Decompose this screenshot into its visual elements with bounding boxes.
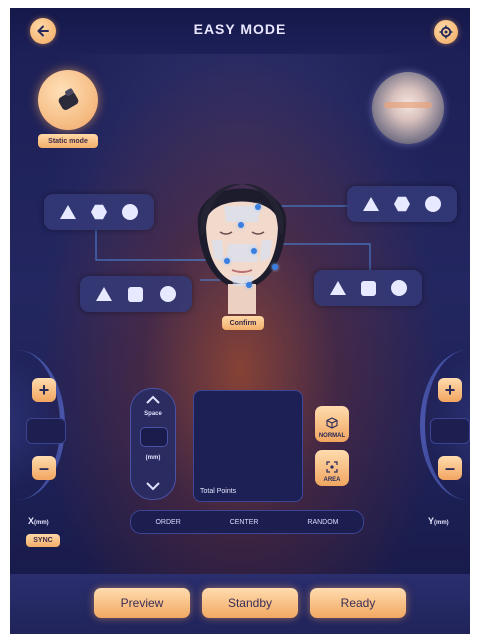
easy-mode-screen: EASY MODE Static mode Confirm + – X(mm) … xyxy=(10,8,470,634)
space-label: Space xyxy=(144,411,162,417)
area-select-icon xyxy=(326,461,338,473)
center-option[interactable]: CENTER xyxy=(230,519,259,526)
confirm-button[interactable]: Confirm xyxy=(222,316,264,330)
shape-group-right-bottom[interactable] xyxy=(314,270,422,306)
circle-shape[interactable] xyxy=(159,286,176,302)
chevron-down-icon[interactable] xyxy=(145,481,161,491)
random-option[interactable]: RANDOM xyxy=(307,519,338,526)
y-decrease-button[interactable]: – xyxy=(438,456,462,480)
treatment-point[interactable] xyxy=(255,204,261,210)
y-axis-unit: (mm) xyxy=(434,520,449,526)
circle-shape[interactable] xyxy=(390,280,407,296)
standby-button[interactable]: Standby xyxy=(202,588,298,618)
treatment-point[interactable] xyxy=(238,222,244,228)
triangle-shape[interactable] xyxy=(362,197,379,211)
face-illustration xyxy=(197,183,287,314)
triangle-shape[interactable] xyxy=(59,205,76,219)
x-increase-button[interactable]: + xyxy=(32,378,56,402)
square-shape[interactable] xyxy=(360,280,376,296)
circle-shape[interactable] xyxy=(425,196,442,212)
shape-group-right-top[interactable] xyxy=(347,186,457,222)
normal-label: NORMAL xyxy=(318,433,346,439)
hexagon-shape[interactable] xyxy=(90,204,107,220)
total-points-label: Total Points xyxy=(200,488,237,495)
shape-group-left-top[interactable] xyxy=(44,194,154,230)
ready-button[interactable]: Ready xyxy=(310,588,406,618)
treatment-point[interactable] xyxy=(251,248,257,254)
hexagon-shape[interactable] xyxy=(393,196,410,212)
points-preview-panel: Total Points xyxy=(193,390,303,502)
x-value-field[interactable] xyxy=(26,418,66,444)
square-shape[interactable] xyxy=(128,286,144,302)
y-value-field[interactable] xyxy=(430,418,470,444)
x-decrease-button[interactable]: – xyxy=(32,456,56,480)
cube-icon xyxy=(326,417,338,429)
x-axis-unit: (mm) xyxy=(34,520,49,526)
space-value-field[interactable] xyxy=(140,427,168,447)
triangle-shape[interactable] xyxy=(96,287,113,301)
x-axis-label: X(mm) xyxy=(28,516,49,526)
area-mode-button[interactable]: AREA xyxy=(315,450,349,486)
spacing-control: Space (mm) xyxy=(130,388,176,500)
order-selector: ORDER CENTER RANDOM xyxy=(130,510,364,534)
shape-group-left-bottom[interactable] xyxy=(80,276,192,312)
order-option[interactable]: ORDER xyxy=(155,519,180,526)
treatment-point[interactable] xyxy=(272,264,278,270)
triangle-shape[interactable] xyxy=(329,281,346,295)
preview-button[interactable]: Preview xyxy=(94,588,190,618)
area-label: AREA xyxy=(323,477,341,483)
chevron-up-icon[interactable] xyxy=(145,395,161,405)
y-axis-label: Y(mm) xyxy=(428,516,449,526)
treatment-point[interactable] xyxy=(246,282,252,288)
sync-button[interactable]: SYNC xyxy=(26,534,60,547)
face-model[interactable] xyxy=(188,166,296,316)
space-unit: (mm) xyxy=(145,455,161,461)
normal-mode-button[interactable]: NORMAL xyxy=(315,406,349,442)
treatment-point[interactable] xyxy=(224,258,230,264)
y-increase-button[interactable]: + xyxy=(438,378,462,402)
circle-shape[interactable] xyxy=(122,204,139,220)
